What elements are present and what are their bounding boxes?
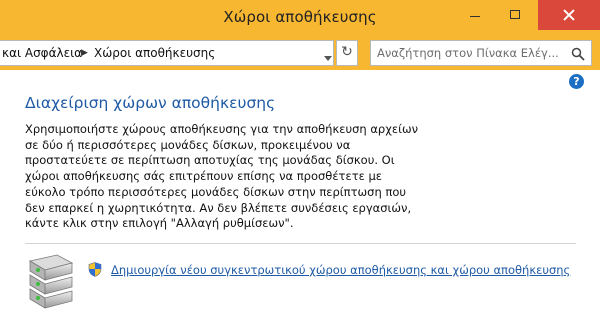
page-description: Χρησιμοποιήστε χώρους αποθήκευσης για τη…	[25, 122, 419, 231]
address-history-dropdown-button[interactable]	[322, 45, 334, 71]
refresh-button[interactable]: ↻	[336, 40, 358, 66]
search-box[interactable]: Αναζήτηση στον Πίνακα Ελέγ...	[370, 40, 592, 66]
create-storage-pool-link[interactable]: Δημιουργία νέου συγκεντρωτικού χώρου απο…	[111, 263, 570, 277]
uac-shield-icon	[88, 262, 102, 277]
maximize-button[interactable]	[510, 10, 520, 19]
breadcrumb-system-security[interactable]: και Ασφάλεια	[2, 46, 82, 60]
storage-drives-icon	[28, 254, 74, 309]
close-button[interactable]	[538, 0, 600, 30]
page-title: Διαχείριση χώρων αποθήκευσης	[25, 94, 276, 112]
search-icon[interactable]	[571, 47, 585, 61]
breadcrumb-storage-spaces[interactable]: Χώροι αποθήκευσης	[94, 46, 215, 60]
breadcrumb-separator-icon[interactable]: ▶	[81, 48, 88, 58]
search-placeholder: Αναζήτηση στον Πίνακα Ελέγ...	[377, 46, 559, 60]
title-bar: Χώροι αποθήκευσης	[0, 0, 600, 36]
navigation-bar: και Ασφάλεια ▶ Χώροι αποθήκευσης ↻ Αναζή…	[0, 36, 600, 70]
divider	[25, 243, 576, 244]
minimize-button[interactable]	[470, 16, 480, 17]
help-icon[interactable]: ?	[569, 74, 584, 89]
refresh-icon: ↻	[341, 44, 353, 60]
address-bar[interactable]: και Ασφάλεια ▶ Χώροι αποθήκευσης	[0, 40, 334, 66]
